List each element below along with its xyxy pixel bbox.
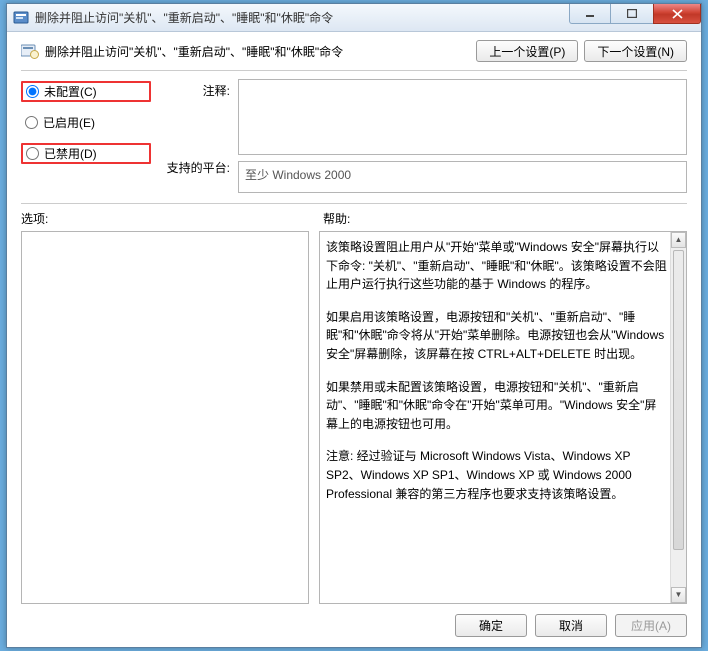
- help-paragraph: 如果启用该策略设置，电源按钮和"关机"、"重新启动"、"睡眠"和"休眠"命令将从…: [326, 308, 668, 364]
- window-title: 删除并阻止访问"关机"、"重新启动"、"睡眠"和"休眠"命令: [35, 9, 333, 26]
- platform-label: 支持的平台:: [157, 159, 232, 176]
- next-setting-button[interactable]: 下一个设置(N): [584, 40, 687, 62]
- radio-disabled-input[interactable]: [26, 147, 39, 160]
- supported-platform-box: 至少 Windows 2000: [238, 161, 687, 193]
- radio-disabled-label: 已禁用(D): [44, 145, 97, 162]
- maximize-button[interactable]: [611, 4, 653, 24]
- field-values: 至少 Windows 2000: [238, 79, 687, 193]
- radio-disabled[interactable]: 已禁用(D): [21, 143, 151, 164]
- close-button[interactable]: [653, 4, 701, 24]
- dialog-window: 删除并阻止访问"关机"、"重新启动"、"睡眠"和"休眠"命令 删除并阻止访问"关…: [6, 3, 702, 648]
- help-header: 帮助:: [323, 210, 350, 227]
- panels: 该策略设置阻止用户从"开始"菜单或"Windows 安全"屏幕执行以下命令: "…: [21, 231, 687, 604]
- radio-enabled-input[interactable]: [25, 116, 38, 129]
- radio-not-configured-input[interactable]: [26, 85, 39, 98]
- policy-app-icon: [13, 10, 29, 26]
- radio-enabled[interactable]: 已启用(E): [21, 113, 151, 132]
- policy-title: 删除并阻止访问"关机"、"重新启动"、"睡眠"和"休眠"命令: [45, 43, 470, 60]
- help-paragraph: 如果禁用或未配置该策略设置，电源按钮和"关机"、"重新启动"、"睡眠"和"休眠"…: [326, 378, 668, 434]
- scroll-thumb[interactable]: [673, 250, 684, 550]
- radio-not-configured[interactable]: 未配置(C): [21, 81, 151, 102]
- scroll-up-icon[interactable]: ▲: [671, 232, 686, 248]
- comment-textarea[interactable]: [238, 79, 687, 155]
- titlebar[interactable]: 删除并阻止访问"关机"、"重新启动"、"睡眠"和"休眠"命令: [7, 4, 701, 32]
- header-row: 删除并阻止访问"关机"、"重新启动"、"睡眠"和"休眠"命令 上一个设置(P) …: [21, 40, 687, 62]
- cancel-button[interactable]: 取消: [535, 614, 607, 637]
- apply-button[interactable]: 应用(A): [615, 614, 687, 637]
- scroll-down-icon[interactable]: ▼: [671, 587, 686, 603]
- minimize-button[interactable]: [569, 4, 611, 24]
- policy-icon: [21, 43, 39, 59]
- config-area: 未配置(C) 已启用(E) 已禁用(D) 注释: 支持的平台: 至少 Wind: [21, 79, 687, 193]
- panels-header: 选项: 帮助:: [21, 210, 687, 227]
- options-panel: [21, 231, 309, 604]
- state-radio-group: 未配置(C) 已启用(E) 已禁用(D): [21, 79, 151, 164]
- help-paragraph: 注意: 经过验证与 Microsoft Windows Vista、Window…: [326, 447, 668, 503]
- divider: [21, 203, 687, 204]
- radio-enabled-label: 已启用(E): [43, 114, 95, 131]
- help-paragraph: 该策略设置阻止用户从"开始"菜单或"Windows 安全"屏幕执行以下命令: "…: [326, 238, 668, 294]
- field-labels: 注释: 支持的平台:: [157, 79, 232, 176]
- dialog-content: 删除并阻止访问"关机"、"重新启动"、"睡眠"和"休眠"命令 上一个设置(P) …: [7, 32, 701, 647]
- dialog-footer: 确定 取消 应用(A): [21, 604, 687, 637]
- previous-setting-button[interactable]: 上一个设置(P): [476, 40, 578, 62]
- comment-label: 注释:: [157, 82, 232, 99]
- help-panel: 该策略设置阻止用户从"开始"菜单或"Windows 安全"屏幕执行以下命令: "…: [319, 231, 687, 604]
- supported-platform-text: 至少 Windows 2000: [245, 168, 351, 182]
- options-header: 选项:: [21, 210, 309, 227]
- divider: [21, 70, 687, 71]
- ok-button[interactable]: 确定: [455, 614, 527, 637]
- window-controls: [569, 4, 701, 24]
- help-scrollbar[interactable]: ▲ ▼: [670, 232, 686, 603]
- radio-not-configured-label: 未配置(C): [44, 83, 97, 100]
